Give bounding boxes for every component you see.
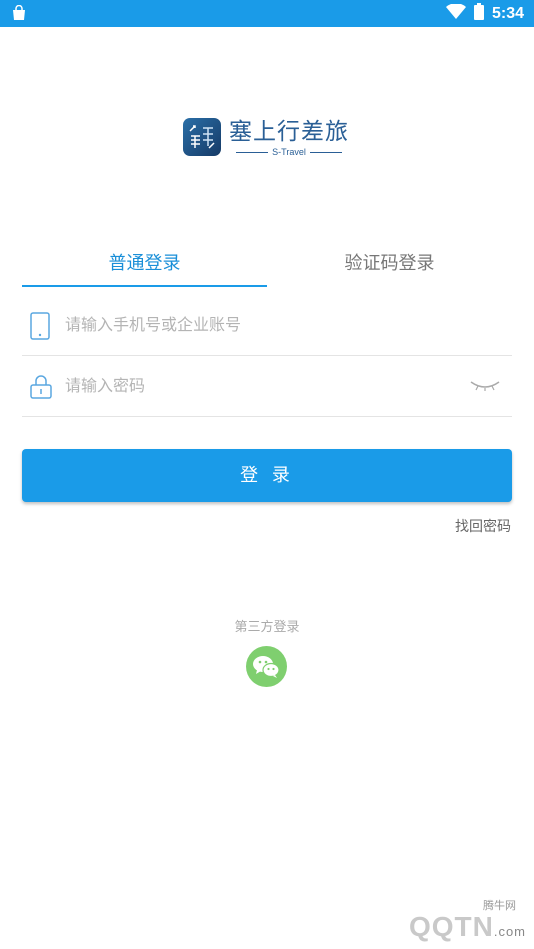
- login-button[interactable]: 登 录: [22, 449, 512, 502]
- battery-icon: [473, 3, 484, 24]
- lock-icon: [30, 375, 52, 403]
- wechat-login-button[interactable]: [246, 646, 287, 687]
- third-party-login-label: 第三方登录: [234, 620, 300, 635]
- phone-icon: [30, 312, 50, 344]
- active-tab-indicator: [22, 285, 267, 287]
- app-title: 塞上行差旅: [229, 119, 349, 145]
- account-field: [22, 294, 512, 356]
- eye-closed-icon[interactable]: [470, 377, 500, 396]
- password-field: [22, 355, 512, 417]
- tab-sms-login[interactable]: 验证码登录: [267, 244, 512, 286]
- account-input[interactable]: [65, 294, 455, 354]
- wifi-icon: [445, 2, 466, 24]
- password-input[interactable]: [65, 355, 455, 415]
- app-logo: 塞上行差旅 S-Travel: [183, 118, 349, 157]
- login-tabs: 普通登录 验证码登录: [22, 244, 512, 288]
- forgot-password-link[interactable]: 找回密码: [455, 516, 511, 536]
- logo-mark-icon: [183, 118, 221, 156]
- wechat-icon: [246, 656, 287, 691]
- watermark-url: QQTN.com: [408, 911, 526, 942]
- watermark: 腾牛网 QQTN.com: [326, 895, 526, 945]
- app-subtitle: S-Travel: [236, 147, 342, 157]
- shopping-bag-icon: [11, 4, 27, 25]
- tab-normal-login[interactable]: 普通登录: [22, 244, 267, 286]
- clock: 5:34: [491, 4, 524, 22]
- status-bar: 5:34: [0, 0, 534, 27]
